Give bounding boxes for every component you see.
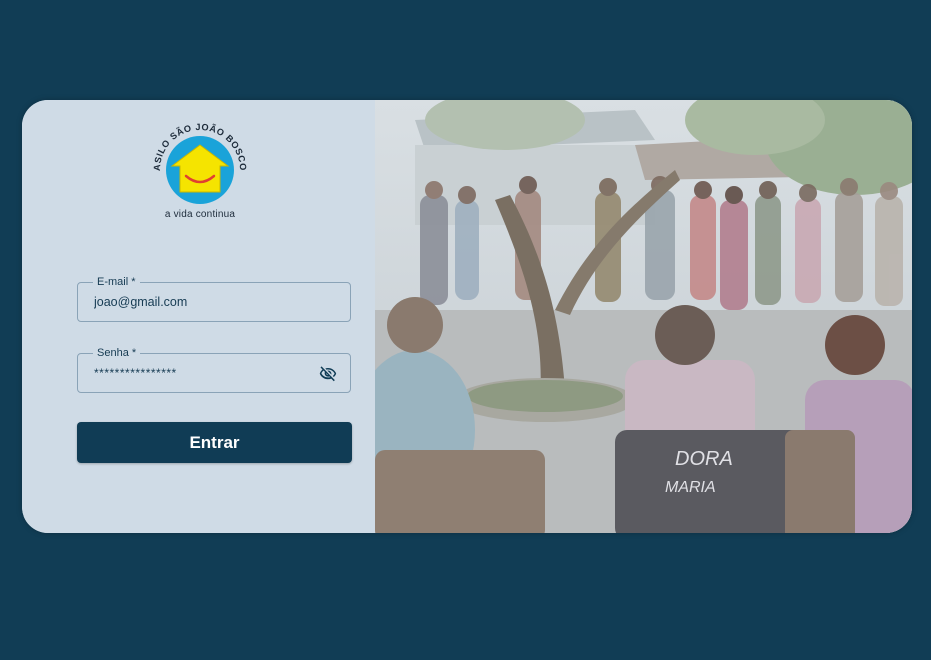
logo-caption: a vida continua: [164, 209, 236, 220]
login-button[interactable]: Entrar: [77, 422, 352, 463]
login-card: ASILO SÃO JOÃO BOSCO a vida continua E-m…: [22, 100, 912, 533]
wheelchair-text-dora: DORA: [675, 448, 733, 470]
community-photo: DORA MARIA: [375, 100, 912, 533]
photo-illustration: DORA MARIA: [375, 100, 912, 533]
password-field[interactable]: Senha *: [77, 345, 351, 393]
email-input[interactable]: [78, 283, 350, 321]
login-panel: ASILO SÃO JOÃO BOSCO a vida continua E-m…: [22, 100, 375, 533]
wheelchair-text-maria: MARIA: [665, 479, 716, 496]
password-input[interactable]: [78, 354, 350, 392]
email-field[interactable]: E-mail *: [77, 274, 351, 322]
eye-off-icon[interactable]: [318, 365, 338, 383]
